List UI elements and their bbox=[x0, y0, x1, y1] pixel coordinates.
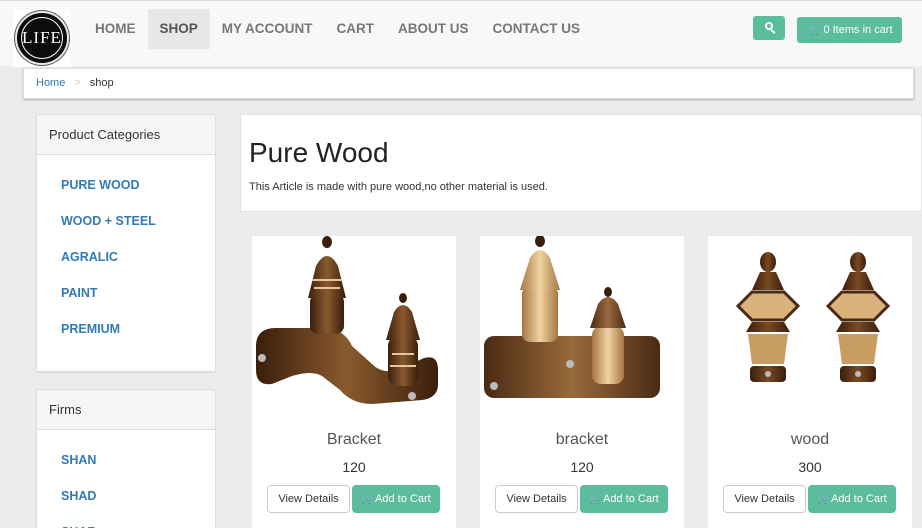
firm-link-shad[interactable]: SHAD bbox=[37, 478, 215, 514]
logo[interactable]: LIFE bbox=[13, 9, 71, 67]
product-name[interactable]: bracket bbox=[480, 431, 684, 449]
cart-button[interactable]: 🛒 0 Items in cart bbox=[797, 17, 902, 43]
nav-about-us[interactable]: ABOUT US bbox=[386, 9, 481, 49]
category-link-agralic[interactable]: AGRALIC bbox=[37, 239, 215, 275]
shopping-cart-icon: 🛒 bbox=[589, 493, 604, 505]
product-name[interactable]: Bracket bbox=[252, 431, 456, 449]
search-button[interactable] bbox=[753, 16, 785, 40]
add-to-cart-button[interactable]: 🛒Add to Cart bbox=[580, 485, 668, 513]
category-header: Pure Wood This Article is made with pure… bbox=[240, 114, 922, 212]
shopping-cart-icon: 🛒 bbox=[817, 493, 832, 505]
main-nav: HOME SHOP MY ACCOUNT CART ABOUT US CONTA… bbox=[83, 9, 592, 49]
view-details-button[interactable]: View Details bbox=[495, 485, 578, 513]
category-link-paint[interactable]: PAINT bbox=[37, 275, 215, 311]
category-link-wood-steel[interactable]: WOOD + STEEL bbox=[37, 203, 215, 239]
logo-badge: LIFE bbox=[15, 11, 69, 65]
product-card: Bracket 120 View Details 🛒Add to Cart bbox=[252, 236, 456, 528]
nav-home[interactable]: HOME bbox=[83, 9, 148, 49]
breadcrumb-separator: > bbox=[74, 77, 81, 89]
firms-list: SHAN SHAD SHAZ bbox=[37, 430, 215, 528]
product-image-wood[interactable] bbox=[708, 236, 912, 416]
view-details-button[interactable]: View Details bbox=[723, 485, 806, 513]
breadcrumb-current: shop bbox=[89, 77, 114, 89]
category-link-premium[interactable]: PREMIUM bbox=[37, 311, 215, 347]
category-title: Pure Wood bbox=[249, 137, 389, 168]
categories-panel: Product Categories PURE WOOD WOOD + STEE… bbox=[36, 114, 216, 372]
categories-list: PURE WOOD WOOD + STEEL AGRALIC PAINT PRE… bbox=[37, 155, 215, 347]
category-description: This Article is made with pure wood,no o… bbox=[249, 181, 548, 193]
product-card: bracket 120 View Details 🛒Add to Cart bbox=[480, 236, 684, 528]
nav-shop[interactable]: SHOP bbox=[147, 9, 210, 49]
firm-link-shaz[interactable]: SHAZ bbox=[37, 514, 215, 528]
add-to-cart-label: Add to Cart bbox=[375, 493, 431, 505]
product-image-bracket-2[interactable] bbox=[480, 236, 684, 416]
add-to-cart-label: Add to Cart bbox=[603, 493, 659, 505]
firms-title: Firms bbox=[37, 390, 215, 430]
categories-title: Product Categories bbox=[37, 115, 215, 155]
product-image-bracket[interactable] bbox=[252, 236, 456, 416]
add-to-cart-button[interactable]: 🛒Add to Cart bbox=[808, 485, 896, 513]
add-to-cart-button[interactable]: 🛒Add to Cart bbox=[352, 485, 440, 513]
firms-panel: Firms SHAN SHAD SHAZ bbox=[36, 389, 216, 528]
category-link-pure-wood[interactable]: PURE WOOD bbox=[37, 167, 215, 203]
product-price: 120 bbox=[342, 459, 366, 475]
product-card: wood 300 View Details 🛒Add to Cart bbox=[708, 236, 912, 528]
nav-my-account[interactable]: MY ACCOUNT bbox=[210, 9, 325, 49]
product-name[interactable]: wood bbox=[708, 431, 912, 449]
nav-cart[interactable]: CART bbox=[325, 9, 387, 49]
shopping-cart-icon: 🛒 bbox=[361, 493, 376, 505]
firm-link-shan[interactable]: SHAN bbox=[37, 442, 215, 478]
breadcrumb: Home > shop bbox=[23, 68, 914, 99]
nav-contact-us[interactable]: CONTACT US bbox=[481, 9, 593, 49]
breadcrumb-home[interactable]: Home bbox=[36, 77, 65, 89]
shopping-cart-icon: 🛒 bbox=[809, 25, 822, 36]
cart-label: 0 Items in cart bbox=[823, 24, 893, 36]
add-to-cart-label: Add to Cart bbox=[831, 493, 887, 505]
view-details-button[interactable]: View Details bbox=[267, 485, 350, 513]
logo-text: LIFE bbox=[22, 28, 62, 47]
product-price: 120 bbox=[570, 459, 594, 475]
product-price: 300 bbox=[798, 459, 822, 475]
navbar: LIFE HOME SHOP MY ACCOUNT CART ABOUT US … bbox=[0, 0, 922, 67]
